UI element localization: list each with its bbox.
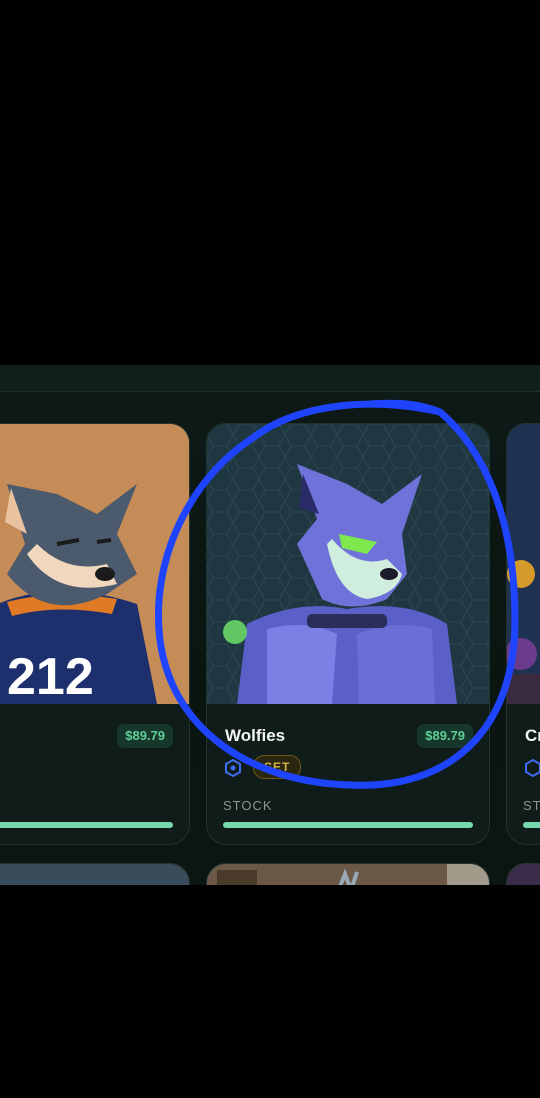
nft-card-preview[interactable] bbox=[506, 863, 540, 885]
set-tag: SET bbox=[253, 755, 302, 779]
jersey-number: 212 bbox=[7, 648, 94, 704]
bookshelf-room-illustration bbox=[207, 864, 489, 885]
nft-card-preview[interactable] bbox=[0, 863, 190, 885]
polygon-chain-icon bbox=[225, 758, 241, 778]
nft-card-preview[interactable] bbox=[206, 863, 490, 885]
stock-progress-bar bbox=[523, 822, 540, 828]
section-header-band bbox=[0, 365, 540, 392]
football-wolf-illustration: 212 bbox=[0, 424, 189, 704]
stock-label: STOCK bbox=[223, 798, 273, 813]
stock-label: ST bbox=[523, 798, 540, 813]
nft-card-wolfies[interactable]: Wolfies $89.79 SET STOCK bbox=[206, 423, 490, 845]
nft-image-party-scene[interactable] bbox=[507, 424, 540, 704]
nft-carousel: 212 $89.79 Wolfies $89.79 SET STOCK C ST bbox=[0, 365, 540, 885]
nft-name: Wolfies bbox=[225, 726, 286, 745]
robot-wolf-illustration bbox=[207, 424, 489, 704]
price-badge: $89.79 bbox=[417, 724, 473, 748]
stock-progress-bar bbox=[0, 822, 173, 828]
nft-image-robot-wolf[interactable] bbox=[207, 424, 489, 704]
polygon-chain-icon bbox=[525, 758, 540, 778]
party-scene-illustration bbox=[507, 424, 540, 704]
nft-card-right[interactable]: Cr ST bbox=[506, 423, 540, 845]
nft-card-left[interactable]: 212 $89.79 bbox=[0, 423, 190, 845]
nft-name: Cr bbox=[525, 726, 540, 745]
stock-progress-bar bbox=[223, 822, 473, 828]
price-badge: $89.79 bbox=[117, 724, 173, 748]
nft-image-football-wolf[interactable]: 212 bbox=[0, 424, 189, 704]
